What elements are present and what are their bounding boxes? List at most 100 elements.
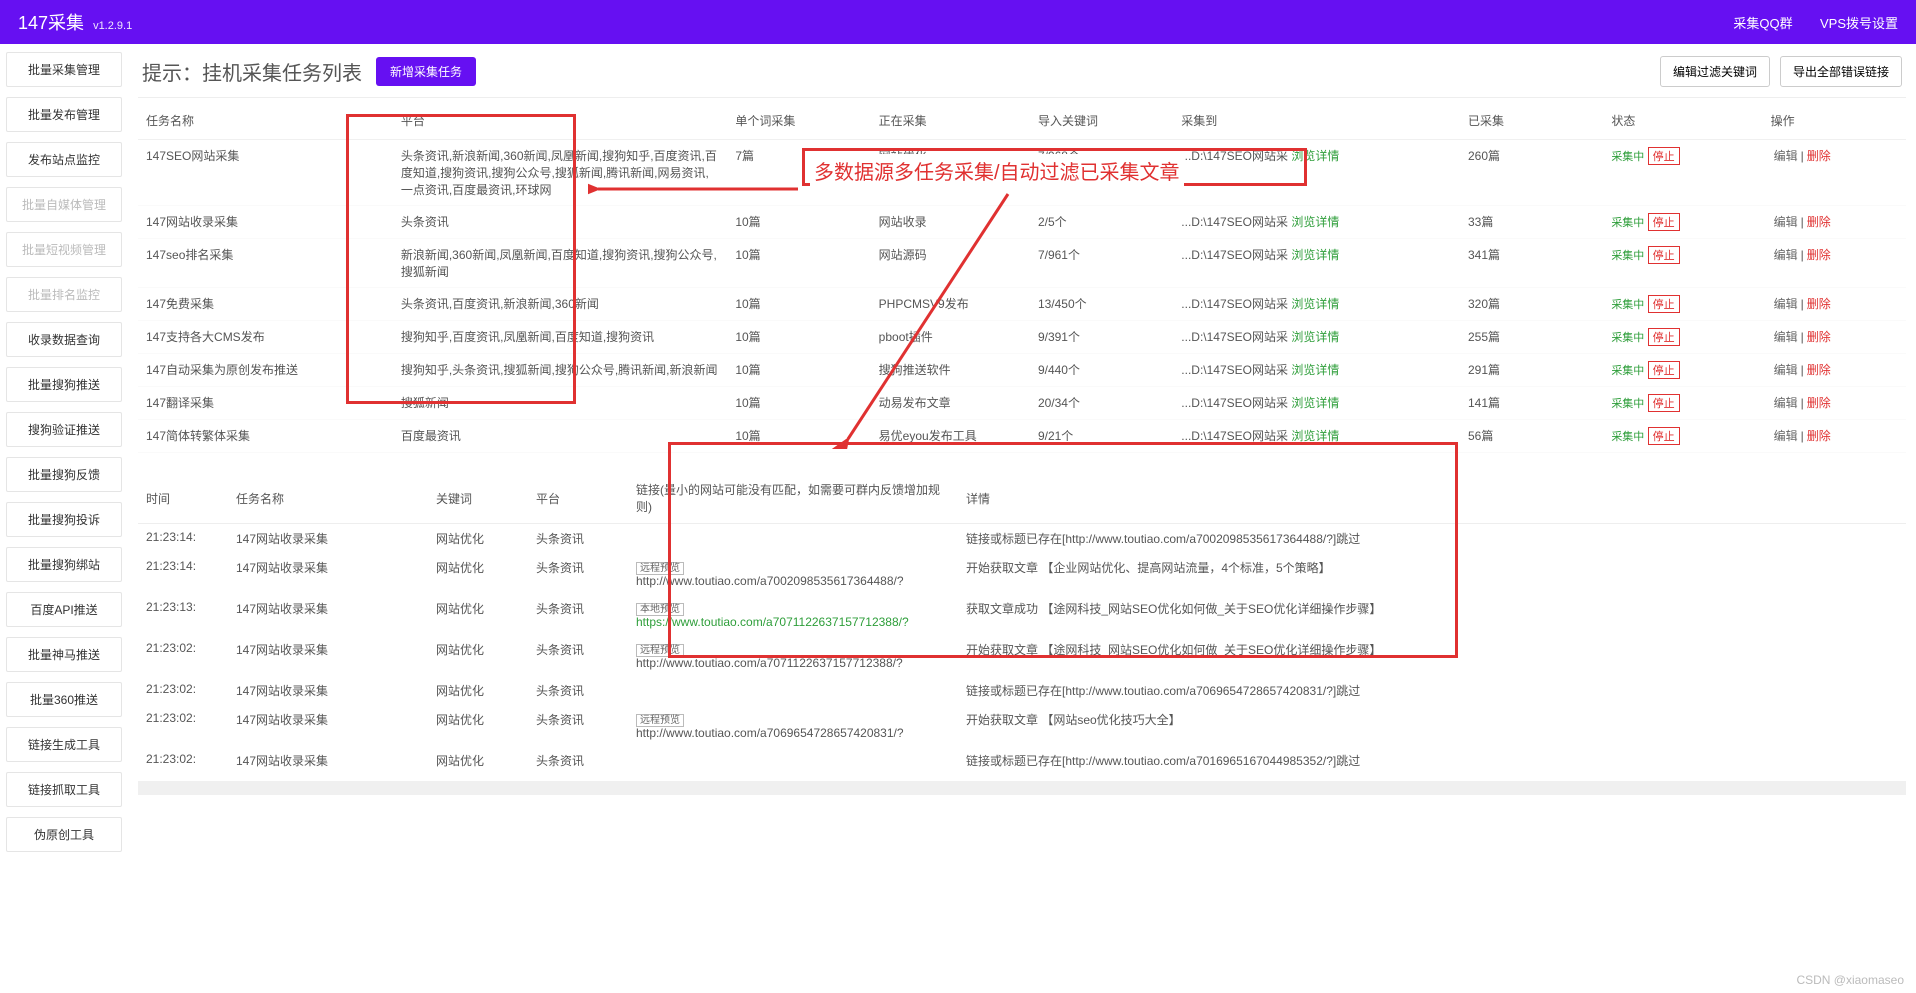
log-kw: 网站优化 <box>428 594 528 635</box>
task-collected: 56篇 <box>1460 420 1603 453</box>
log-url[interactable]: http://www.toutiao.com/a7069654728657420… <box>636 726 904 740</box>
task-collect-to: ...D:\147SEO网站采 浏览详情 <box>1173 140 1460 206</box>
browse-detail-link[interactable]: 浏览详情 <box>1291 429 1339 443</box>
stop-button[interactable]: 停止 <box>1648 147 1680 165</box>
panel-title: 提示：挂机采集任务列表 <box>142 57 362 86</box>
log-platform: 头条资讯 <box>528 746 628 775</box>
task-collect-to: ...D:\147SEO网站采 浏览详情 <box>1173 387 1460 420</box>
sidebar-item-1[interactable]: 批量发布管理 <box>6 97 122 132</box>
task-imported: 9/21个 <box>1030 420 1173 453</box>
edit-link[interactable]: 编辑 <box>1774 297 1798 311</box>
sidebar-item-9[interactable]: 批量搜狗反馈 <box>6 457 122 492</box>
sidebar-item-6[interactable]: 收录数据查询 <box>6 322 122 357</box>
browse-detail-link[interactable]: 浏览详情 <box>1291 396 1339 410</box>
edit-link[interactable]: 编辑 <box>1774 429 1798 443</box>
log-detail: 开始获取文章 【网站seo优化技巧大全】 <box>958 705 1906 746</box>
task-collect-to: ...D:\147SEO网站采 浏览详情 <box>1173 239 1460 288</box>
sidebar-item-16[interactable]: 链接抓取工具 <box>6 772 122 807</box>
sidebar-item-17[interactable]: 伪原创工具 <box>6 817 122 852</box>
delete-link[interactable]: 删除 <box>1807 215 1831 229</box>
task-op: 编辑|删除 <box>1763 387 1906 420</box>
sidebar-item-14[interactable]: 批量360推送 <box>6 682 122 717</box>
log-kw: 网站优化 <box>428 705 528 746</box>
task-op: 编辑|删除 <box>1763 239 1906 288</box>
task-single: 10篇 <box>727 321 870 354</box>
log-platform: 头条资讯 <box>528 635 628 676</box>
log-detail: 开始获取文章 【途网科技_网站SEO优化如何做_关于SEO优化详细操作步骤】 <box>958 635 1906 676</box>
task-op: 编辑|删除 <box>1763 206 1906 239</box>
sidebar-item-15[interactable]: 链接生成工具 <box>6 727 122 762</box>
new-task-button[interactable]: 新增采集任务 <box>376 57 476 86</box>
sidebar-item-4: 批量短视频管理 <box>6 232 122 267</box>
sidebar-item-7[interactable]: 批量搜狗推送 <box>6 367 122 402</box>
task-collecting: 网站源码 <box>871 239 1030 288</box>
log-time: 21:23:02: <box>138 676 228 705</box>
log-col-platform: 平台 <box>528 473 628 524</box>
col-status: 状态 <box>1603 102 1762 140</box>
delete-link[interactable]: 删除 <box>1807 330 1831 344</box>
log-detail: 链接或标题已存在[http://www.toutiao.com/a7069654… <box>958 676 1906 705</box>
status-badge: 采集中 <box>1611 299 1644 311</box>
delete-link[interactable]: 删除 <box>1807 363 1831 377</box>
log-link <box>628 676 958 705</box>
log-url[interactable]: http://www.toutiao.com/a7071122637157712… <box>636 656 903 670</box>
delete-link[interactable]: 删除 <box>1807 429 1831 443</box>
stop-button[interactable]: 停止 <box>1648 246 1680 264</box>
browse-detail-link[interactable]: 浏览详情 <box>1291 215 1339 229</box>
status-badge: 采集中 <box>1611 217 1644 229</box>
status-badge: 采集中 <box>1611 250 1644 262</box>
horizontal-scrollbar[interactable] <box>138 781 1906 795</box>
log-name: 147网站收录采集 <box>228 705 428 746</box>
sidebar-item-10[interactable]: 批量搜狗投诉 <box>6 502 122 537</box>
log-detail: 获取文章成功 【途网科技_网站SEO优化如何做_关于SEO优化详细操作步骤】 <box>958 594 1906 635</box>
log-kw: 网站优化 <box>428 524 528 554</box>
delete-link[interactable]: 删除 <box>1807 297 1831 311</box>
task-collecting: pboot插件 <box>871 321 1030 354</box>
browse-detail-link[interactable]: 浏览详情 <box>1291 149 1339 163</box>
sidebar-item-5: 批量排名监控 <box>6 277 122 312</box>
delete-link[interactable]: 删除 <box>1807 149 1831 163</box>
delete-link[interactable]: 删除 <box>1807 248 1831 262</box>
sidebar-item-12[interactable]: 百度API推送 <box>6 592 122 627</box>
stop-button[interactable]: 停止 <box>1648 213 1680 231</box>
task-collecting: 网站优化 <box>871 140 1030 206</box>
stop-button[interactable]: 停止 <box>1648 394 1680 412</box>
task-single: 10篇 <box>727 354 870 387</box>
panel-header: 提示：挂机采集任务列表 新增采集任务 编辑过滤关键词 导出全部错误链接 <box>138 44 1906 98</box>
browse-detail-link[interactable]: 浏览详情 <box>1291 248 1339 262</box>
log-url[interactable]: https://www.toutiao.com/a707112263715771… <box>636 615 909 629</box>
sidebar-item-8[interactable]: 搜狗验证推送 <box>6 412 122 447</box>
task-single: 10篇 <box>727 420 870 453</box>
sidebar-item-2[interactable]: 发布站点监控 <box>6 142 122 177</box>
task-platform: 头条资讯,新浪新闻,360新闻,凤凰新闻,搜狗知乎,百度资讯,百度知道,搜狗资讯… <box>393 140 727 206</box>
main-content: 提示：挂机采集任务列表 新增采集任务 编辑过滤关键词 导出全部错误链接 任务名称… <box>128 44 1916 860</box>
edit-link[interactable]: 编辑 <box>1774 396 1798 410</box>
stop-button[interactable]: 停止 <box>1648 328 1680 346</box>
stop-button[interactable]: 停止 <box>1648 361 1680 379</box>
edit-link[interactable]: 编辑 <box>1774 330 1798 344</box>
filter-keywords-button[interactable]: 编辑过滤关键词 <box>1660 56 1770 87</box>
log-name: 147网站收录采集 <box>228 594 428 635</box>
browse-detail-link[interactable]: 浏览详情 <box>1291 363 1339 377</box>
sidebar-item-11[interactable]: 批量搜狗绑站 <box>6 547 122 582</box>
log-url[interactable]: http://www.toutiao.com/a7002098535617364… <box>636 574 904 588</box>
status-badge: 采集中 <box>1611 332 1644 344</box>
browse-detail-link[interactable]: 浏览详情 <box>1291 330 1339 344</box>
log-platform: 头条资讯 <box>528 524 628 554</box>
delete-link[interactable]: 删除 <box>1807 396 1831 410</box>
edit-link[interactable]: 编辑 <box>1774 363 1798 377</box>
vps-settings-link[interactable]: VPS拨号设置 <box>1820 16 1898 31</box>
col-platform: 平台 <box>393 102 727 140</box>
qq-group-link[interactable]: 采集QQ群 <box>1733 16 1792 31</box>
export-errors-button[interactable]: 导出全部错误链接 <box>1780 56 1902 87</box>
sidebar-item-13[interactable]: 批量神马推送 <box>6 637 122 672</box>
log-col-detail: 详情 <box>958 473 1906 524</box>
edit-link[interactable]: 编辑 <box>1774 248 1798 262</box>
stop-button[interactable]: 停止 <box>1648 427 1680 445</box>
edit-link[interactable]: 编辑 <box>1774 215 1798 229</box>
edit-link[interactable]: 编辑 <box>1774 149 1798 163</box>
watermark: CSDN @xiaomaseo <box>1796 973 1904 987</box>
stop-button[interactable]: 停止 <box>1648 295 1680 313</box>
browse-detail-link[interactable]: 浏览详情 <box>1291 297 1339 311</box>
sidebar-item-0[interactable]: 批量采集管理 <box>6 52 122 87</box>
